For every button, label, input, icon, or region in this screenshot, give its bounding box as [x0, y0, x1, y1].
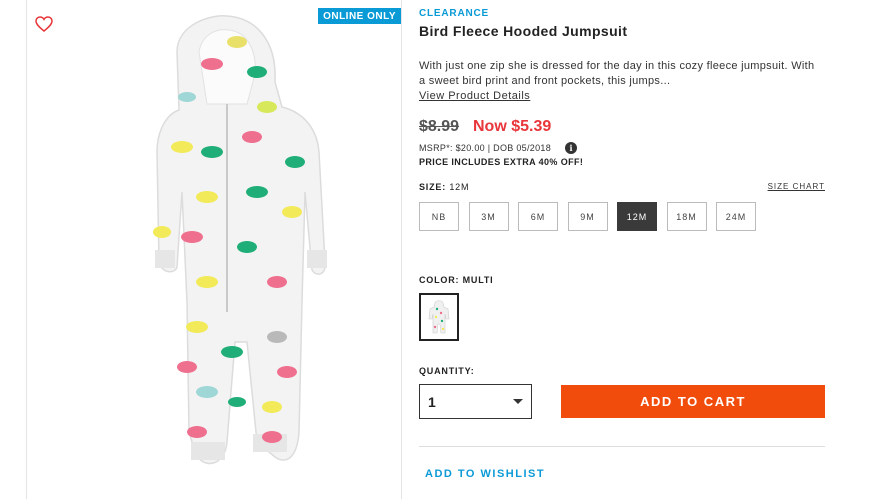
- size-label-text: SIZE:: [419, 182, 447, 192]
- color-label: COLOR: MULTI: [419, 275, 494, 285]
- selected-size: 12M: [449, 182, 470, 192]
- heart-icon[interactable]: [35, 16, 53, 32]
- size-option-12m[interactable]: 12M: [617, 202, 657, 231]
- quantity-label: QUANTITY:: [419, 366, 475, 376]
- swatch-thumbnail: [428, 300, 450, 334]
- quantity-value: 1: [428, 393, 436, 410]
- product-description: With just one zip she is dressed for the…: [419, 60, 815, 87]
- size-option-9m[interactable]: 9M: [567, 202, 608, 231]
- chevron-down-icon: [513, 399, 523, 404]
- size-options: NB 3M 6M 9M 12M 18M 24M: [419, 202, 766, 231]
- sale-price: Now $5.39: [473, 118, 552, 135]
- quantity-select[interactable]: 1: [419, 384, 532, 419]
- size-option-nb[interactable]: NB: [419, 202, 459, 231]
- size-chart-link[interactable]: SIZE CHART: [768, 182, 825, 191]
- product-details-panel: CLEARANCE Bird Fleece Hooded Jumpsuit Wi…: [419, 0, 839, 499]
- product-title: Bird Fleece Hooded Jumpsuit: [419, 23, 628, 39]
- msrp-text: MSRP*: $20.00 | DOB 05/2018: [419, 143, 552, 153]
- size-option-18m[interactable]: 18M: [666, 202, 707, 231]
- add-to-wishlist-link[interactable]: ADD TO WISHLIST: [425, 468, 545, 480]
- info-icon[interactable]: i: [565, 142, 577, 154]
- clearance-tag: CLEARANCE: [419, 8, 489, 19]
- size-option-3m[interactable]: 3M: [468, 202, 509, 231]
- product-image: [153, 15, 327, 465]
- size-option-6m[interactable]: 6M: [518, 202, 558, 231]
- size-label: SIZE: 12M: [419, 182, 469, 192]
- original-price: $8.99: [419, 118, 460, 135]
- view-product-details-link[interactable]: View Product Details: [419, 90, 530, 102]
- size-option-24m[interactable]: 24M: [716, 202, 756, 231]
- extra-off-text: PRICE INCLUDES EXTRA 40% OFF!: [419, 157, 584, 167]
- add-to-cart-button[interactable]: ADD TO CART: [561, 385, 825, 418]
- divider: [419, 446, 825, 447]
- color-swatch-multi[interactable]: [419, 293, 459, 341]
- product-image-panel: ONLINE ONLY: [26, 0, 402, 499]
